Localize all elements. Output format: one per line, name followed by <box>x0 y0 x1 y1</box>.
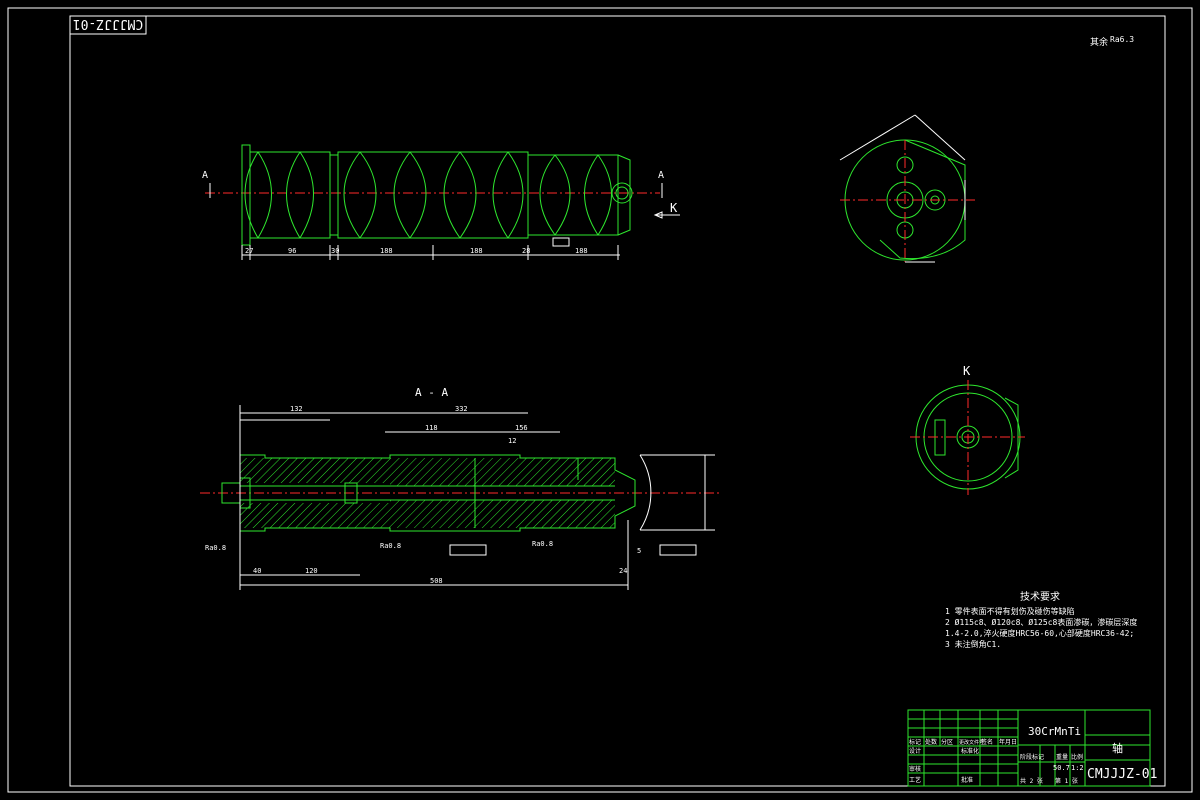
top-dim-7: 188 <box>575 247 588 255</box>
tech-req-item-2: 2 Ø115c8、Ø120c8、Ø125c8表面渗碳，渗碳层深度 <box>945 617 1137 627</box>
section-title: A - A <box>415 386 448 399</box>
end-view-top-right <box>839 114 975 263</box>
tb-approve-label: 批准 <box>961 776 973 784</box>
tb-scale: 1:2 <box>1071 764 1084 772</box>
tb-part-name: 轴 <box>1112 741 1123 755</box>
tech-req-item-4: 3 未注倒角C1. <box>945 639 1001 649</box>
tb-side-label-3: 工艺 <box>909 776 921 784</box>
top-dim-5: 188 <box>470 247 483 255</box>
tb-weight-label: 重量 <box>1056 753 1068 761</box>
top-dim-1: 27 <box>245 247 253 255</box>
sec-dim-508: 508 <box>430 577 443 585</box>
tb-drawing-no: CMJJJZ-01 <box>1087 767 1157 782</box>
roughness-mark-2: Ra0.8 <box>380 542 401 550</box>
k-view-title: K <box>963 364 971 378</box>
outer-frame <box>7 7 1193 793</box>
sec-dim-118: 118 <box>425 424 438 432</box>
sec-dim-40: 40 <box>253 567 261 575</box>
top-dim-6: 28 <box>522 247 530 255</box>
sec-dim-332: 332 <box>455 405 468 413</box>
top-dim-3: 30 <box>331 247 339 255</box>
sec-dim-24: 24 <box>619 567 627 575</box>
roughness-mark-1: Ra0.8 <box>205 544 226 552</box>
view-k-arrow-label: K <box>670 201 678 215</box>
tb-row-label-3: 分区 <box>941 738 953 746</box>
tb-side-label-1: 设计 <box>909 747 921 755</box>
tb-sheet-no: 第 1 张 <box>1055 777 1078 785</box>
tb-weight: 50.7 <box>1053 764 1070 772</box>
tb-row-label-5: 签名 <box>981 738 993 746</box>
tb-sheet-total: 共 2 张 <box>1020 777 1043 785</box>
roughness-note-b: Ra6.3 <box>1110 35 1134 44</box>
stamp-top: CMJJJZ-01 <box>73 16 143 31</box>
tb-row-label-6: 年月日 <box>999 738 1017 746</box>
sec-dim-5: 5 <box>637 547 641 555</box>
view-label-a-right: A <box>658 170 664 181</box>
roughness-note-a: 其余 <box>1090 36 1108 48</box>
roughness-mark-3: Ra0.8 <box>532 540 553 548</box>
top-dim-4: 188 <box>380 247 393 255</box>
sec-dim-132: 132 <box>290 405 303 413</box>
tech-req-title: 技术要求 <box>1020 590 1060 603</box>
shaft-top-view <box>205 144 680 260</box>
tb-side-label-2: 审核 <box>909 765 921 773</box>
top-dim-2: 96 <box>288 247 296 255</box>
tb-scale-label: 比例 <box>1071 753 1083 761</box>
tb-stage-label: 阶段标记 <box>1020 753 1044 761</box>
cad-drawing: CMJJJZ-01 其余 Ra6.3 27 96 30 188 188 28 1… <box>7 7 1193 793</box>
sec-dim-12: 12 <box>508 437 516 445</box>
tb-row-label-2: 处数 <box>925 738 937 746</box>
tb-material: 30CrMnTi <box>1028 725 1081 738</box>
view-label-a-left: A <box>202 170 208 181</box>
tech-req-item-3: 1.4-2.0,淬火硬度HRC56-60,心部硬度HRC36-42; <box>945 628 1134 638</box>
k-view <box>910 380 1025 495</box>
section-a-a <box>200 405 720 590</box>
tb-row-label-1: 标记 <box>909 738 921 746</box>
inner-frame <box>69 15 1166 787</box>
tb-std-label: 标准化 <box>961 747 979 755</box>
tech-req-item-1: 1 零件表面不得有划伤及碰伤等缺陷 <box>945 606 1075 616</box>
sec-dim-120: 120 <box>305 567 318 575</box>
sec-dim-156: 156 <box>515 424 528 432</box>
